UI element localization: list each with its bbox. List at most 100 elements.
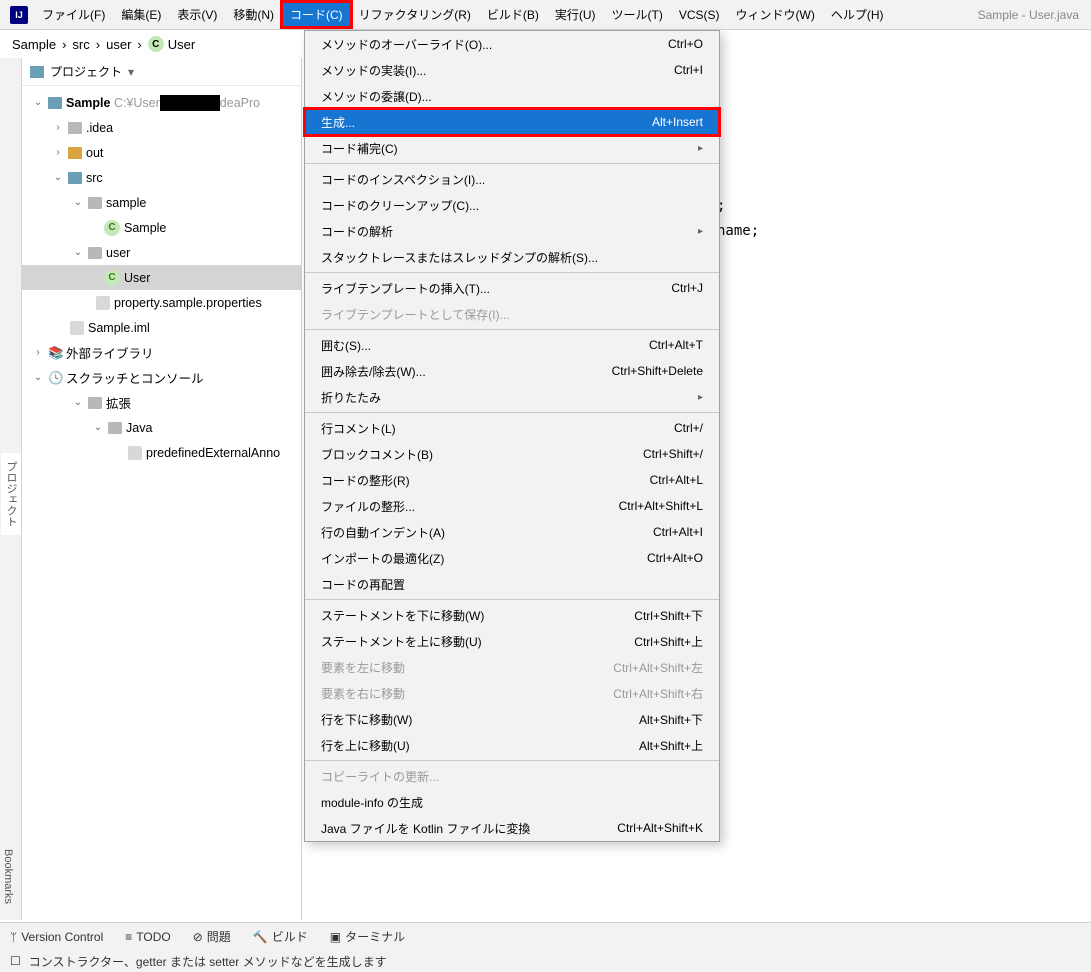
status-text: コンストラクター、getter または setter メソッドなどを生成します [29, 953, 387, 970]
gutter-tab-bookmarks[interactable]: Bookmarks [0, 841, 16, 912]
footer-vc[interactable]: ᛘVersion Control [10, 930, 103, 944]
footer-build[interactable]: 🔨ビルド [253, 928, 308, 945]
app-icon: IJ [10, 6, 28, 24]
menu-tools[interactable]: ツール(T) [604, 2, 671, 27]
menu-item[interactable]: ステートメントを下に移動(W)Ctrl+Shift+下 [305, 602, 719, 628]
tree-root[interactable]: ⌄ Sample C:¥UserdeaPro [22, 90, 301, 115]
menu-item[interactable]: 折りたたみ▸ [305, 384, 719, 410]
menu-item[interactable]: ライブテンプレートの挿入(T)...Ctrl+J [305, 275, 719, 301]
menu-item[interactable]: メソッドの委譲(D)... [305, 83, 719, 109]
tree-item[interactable]: CSample [22, 215, 301, 240]
class-icon: C [104, 270, 120, 286]
sidebar-header[interactable]: プロジェクト ▾ [22, 58, 301, 86]
window-title: Sample - User.java [978, 8, 1087, 22]
menu-file[interactable]: ファイル(F) [34, 2, 113, 27]
menu-build[interactable]: ビルド(B) [479, 2, 547, 27]
folder-icon [108, 422, 122, 434]
library-icon: 📚 [48, 346, 62, 360]
menu-item[interactable]: コードのクリーンアップ(C)... [305, 192, 719, 218]
menu-item: 要素を右に移動Ctrl+Alt+Shift+右 [305, 680, 719, 706]
project-tree: ⌄ Sample C:¥UserdeaPro ›.idea ›out ⌄src … [22, 86, 301, 469]
menu-item[interactable]: コードの再配置 [305, 571, 719, 597]
tree-item[interactable]: ⌄🕓スクラッチとコンソール [22, 365, 301, 390]
menu-item[interactable]: インポートの最適化(Z)Ctrl+Alt+O [305, 545, 719, 571]
branch-icon: ᛘ [10, 930, 17, 944]
menu-item[interactable]: 行を上に移動(U)Alt+Shift+上 [305, 732, 719, 758]
tree-item[interactable]: ⌄拡張 [22, 390, 301, 415]
gutter-tab-project[interactable]: プロジェクト [1, 453, 21, 535]
folder-icon [68, 122, 82, 134]
tree-item[interactable]: ⌄src [22, 165, 301, 190]
menu-item[interactable]: 囲み除去/除去(W)...Ctrl+Shift+Delete [305, 358, 719, 384]
menu-item: コピーライトの更新... [305, 763, 719, 789]
file-icon [96, 296, 110, 310]
crumb[interactable]: src [72, 37, 89, 52]
terminal-icon: ▣ [330, 930, 341, 944]
menu-item[interactable]: ファイルの整形...Ctrl+Alt+Shift+L [305, 493, 719, 519]
menu-view[interactable]: 表示(V) [169, 2, 225, 27]
menu-window[interactable]: ウィンドウ(W) [728, 2, 823, 27]
tree-item[interactable]: ⌄user [22, 240, 301, 265]
menu-item[interactable]: module-info の生成 [305, 789, 719, 815]
gutter-tab-structure[interactable]: 構造 [0, 475, 1, 513]
tree-item[interactable]: property.sample.properties [22, 290, 301, 315]
folder-icon [68, 147, 82, 159]
tree-item[interactable]: Sample.iml [22, 315, 301, 340]
crumb[interactable]: Sample [12, 37, 56, 52]
tree-item[interactable]: ⌄Java [22, 415, 301, 440]
chevron-down-icon[interactable]: ▾ [128, 65, 134, 79]
tree-item[interactable]: ›.idea [22, 115, 301, 140]
tree-item-selected[interactable]: CUser [22, 265, 301, 290]
menu-item[interactable]: 囲む(S)...Ctrl+Alt+T [305, 332, 719, 358]
folder-icon [48, 97, 62, 109]
menu-item[interactable]: コード補完(C)▸ [305, 135, 719, 161]
menu-item[interactable]: 行を下に移動(W)Alt+Shift+下 [305, 706, 719, 732]
footer-terminal[interactable]: ▣ターミナル [330, 928, 405, 945]
scratch-icon: 🕓 [48, 371, 62, 385]
menu-item[interactable]: ステートメントを上に移動(U)Ctrl+Shift+上 [305, 628, 719, 654]
menu-item[interactable]: 生成...Alt+Insert [305, 109, 719, 135]
code-text: name; [717, 223, 759, 239]
file-icon [128, 446, 142, 460]
menu-navigate[interactable]: 移動(N) [225, 2, 282, 27]
menu-item[interactable]: メソッドのオーバーライド(O)...Ctrl+O [305, 31, 719, 57]
menu-code[interactable]: コード(C) [282, 2, 351, 27]
menu-item[interactable]: 行コメント(L)Ctrl+/ [305, 415, 719, 441]
menu-item[interactable]: スタックトレースまたはスレッドダンプの解析(S)... [305, 244, 719, 270]
menu-vcs[interactable]: VCS(S) [671, 4, 728, 26]
tree-item[interactable]: ›📚外部ライブラリ [22, 340, 301, 365]
menu-item[interactable]: コードの解析▸ [305, 218, 719, 244]
tree-item[interactable]: predefinedExternalAnno [22, 440, 301, 465]
info-icon: ☐ [10, 954, 21, 968]
footer-problems[interactable]: ⊘問題 [193, 928, 231, 945]
menubar: IJ ファイル(F) 編集(E) 表示(V) 移動(N) コード(C) リファク… [0, 0, 1091, 30]
folder-icon [68, 172, 82, 184]
sidebar: プロジェクト ▾ ⌄ Sample C:¥UserdeaPro ›.idea ›… [22, 58, 302, 920]
folder-icon [88, 247, 102, 259]
crumb[interactable]: user [106, 37, 131, 52]
menu-edit[interactable]: 編集(E) [113, 2, 169, 27]
status-bar: ☐ コンストラクター、getter または setter メソッドなどを生成しま… [0, 950, 1091, 972]
crumb[interactable]: User [168, 37, 195, 52]
menu-item[interactable]: コードの整形(R)Ctrl+Alt+L [305, 467, 719, 493]
project-icon [30, 66, 44, 78]
menu-item[interactable]: 行の自動インデント(A)Ctrl+Alt+I [305, 519, 719, 545]
menu-item: ライブテンプレートとして保存(I)... [305, 301, 719, 327]
menu-item[interactable]: コードのインスペクション(I)... [305, 166, 719, 192]
tree-item[interactable]: ⌄sample [22, 190, 301, 215]
footer-todo[interactable]: ≡TODO [125, 930, 170, 944]
menu-item[interactable]: Java ファイルを Kotlin ファイルに変換Ctrl+Alt+Shift+… [305, 815, 719, 841]
menu-item: 要素を左に移動Ctrl+Alt+Shift+左 [305, 654, 719, 680]
class-icon: C [104, 220, 120, 236]
tree-item[interactable]: ›out [22, 140, 301, 165]
sidebar-title: プロジェクト [50, 63, 122, 80]
list-icon: ≡ [125, 930, 132, 944]
menu-run[interactable]: 実行(U) [547, 2, 604, 27]
menu-item[interactable]: メソッドの実装(I)...Ctrl+I [305, 57, 719, 83]
folder-icon [88, 397, 102, 409]
menu-item[interactable]: ブロックコメント(B)Ctrl+Shift+/ [305, 441, 719, 467]
menu-refactor[interactable]: リファクタリング(R) [351, 2, 479, 27]
menu-help[interactable]: ヘルプ(H) [823, 2, 892, 27]
folder-icon [88, 197, 102, 209]
left-gutter: プロジェクト 構造 [0, 58, 22, 920]
